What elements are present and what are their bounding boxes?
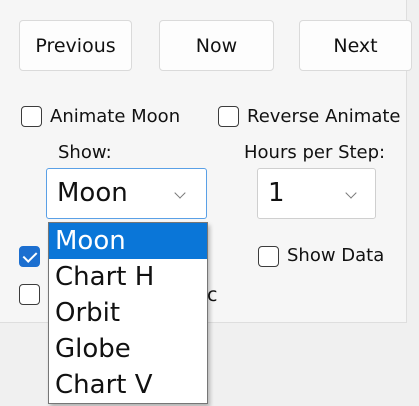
show-label: Show:: [58, 142, 112, 163]
now-button[interactable]: Now: [159, 20, 274, 71]
dropdown-option-chart-v[interactable]: Chart V: [49, 367, 207, 403]
dropdown-option-chart-h[interactable]: Chart H: [49, 259, 207, 295]
option-checkbox[interactable]: [19, 284, 40, 305]
hours-per-step-select[interactable]: 1: [257, 168, 376, 219]
show-data-checkbox[interactable]: [258, 246, 279, 267]
show-select-value: Moon: [57, 178, 128, 208]
hours-per-step-label: Hours per Step:: [244, 142, 386, 163]
reverse-animate-label: Reverse Animate: [247, 106, 401, 127]
option-checkbox-label-tail: c: [207, 284, 218, 306]
dropdown-option-orbit[interactable]: Orbit: [49, 295, 207, 331]
previous-button[interactable]: Previous: [19, 20, 132, 71]
chevron-down-icon: [174, 187, 186, 199]
show-dropdown-list: Moon Chart H Orbit Globe Chart V: [48, 222, 208, 404]
reverse-animate-checkbox[interactable]: [218, 106, 239, 127]
show-select[interactable]: Moon: [46, 168, 207, 219]
animate-moon-label: Animate Moon: [50, 106, 181, 127]
chevron-down-icon: [345, 187, 357, 199]
dropdown-option-moon[interactable]: Moon: [49, 223, 207, 259]
option-checkbox-checked[interactable]: [19, 246, 40, 267]
dropdown-option-globe[interactable]: Globe: [49, 331, 207, 367]
show-data-label: Show Data: [287, 245, 385, 266]
hours-per-step-value: 1: [268, 178, 285, 208]
animate-moon-checkbox[interactable]: [21, 106, 42, 127]
next-button[interactable]: Next: [299, 20, 412, 71]
